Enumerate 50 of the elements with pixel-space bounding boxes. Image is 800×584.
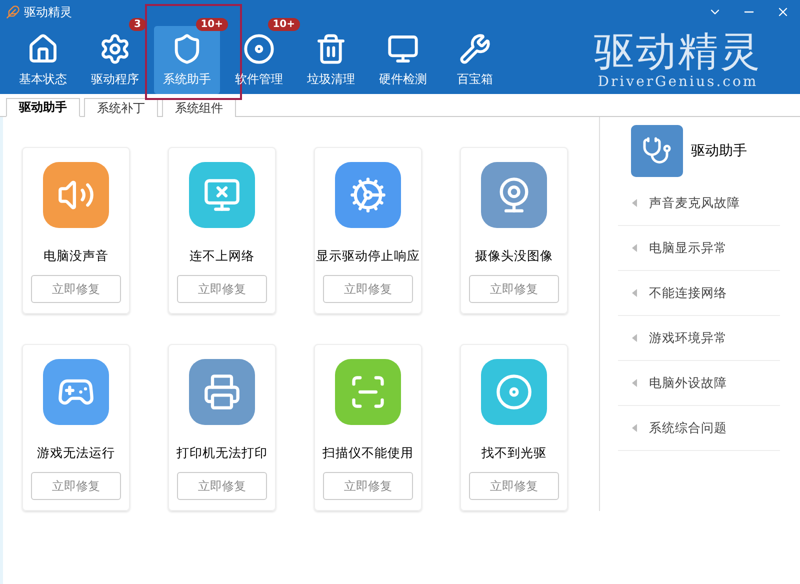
card-title: 电脑没声音 [44, 248, 108, 265]
category-link[interactable]: 游戏环境异常 [618, 316, 780, 361]
close-icon [776, 5, 790, 19]
tab[interactable]: 驱动助手 [6, 98, 80, 117]
category-link[interactable]: 系统综合问题 [618, 406, 780, 451]
window-title: 驱动精灵 [24, 4, 72, 20]
arrow-icon [632, 289, 637, 297]
count-badge: 10+ [196, 18, 228, 31]
monitor-icon [387, 33, 419, 65]
fix-button[interactable]: 立即修复 [177, 472, 267, 500]
category-link[interactable]: 声音麦克风故障 [618, 181, 780, 226]
fix-button[interactable]: 立即修复 [323, 275, 413, 303]
fix-button[interactable]: 立即修复 [31, 275, 121, 303]
trash-bin-icon [315, 33, 347, 65]
nav-tab[interactable]: 百宝箱 [442, 26, 508, 94]
logo-site: DriverGenius.com [598, 74, 758, 90]
fix-button[interactable]: 立即修复 [469, 472, 559, 500]
gear-icon [99, 33, 131, 65]
house-icon [27, 33, 59, 65]
nav-tab[interactable]: 系统助手 [154, 26, 220, 94]
card-title: 找不到光驱 [482, 445, 546, 462]
arrow-icon [632, 244, 637, 252]
wrench-icon [459, 33, 491, 65]
logo-title: 驱动精灵 [594, 30, 762, 74]
logo-icon [6, 5, 20, 19]
card-title: 连不上网络 [190, 248, 254, 265]
card-title: 扫描仪不能使用 [322, 445, 414, 462]
arrow-icon [632, 424, 637, 432]
count-badge: 3 [129, 18, 146, 31]
nav-tab[interactable]: 基本状态 [10, 26, 76, 94]
nav-tab[interactable]: 硬件检测 [370, 26, 436, 94]
fix-button[interactable]: 立即修复 [469, 275, 559, 303]
arrow-icon [632, 379, 637, 387]
nav-tab[interactable]: 垃圾清理 [298, 26, 364, 94]
fix-button[interactable]: 立即修复 [31, 472, 121, 500]
count-badge: 10+ [268, 18, 300, 31]
card-title: 摄像头没图像 [475, 248, 553, 265]
card-title: 显示驱动停止响应 [316, 248, 420, 265]
arrow-icon [632, 334, 637, 342]
card-title: 打印机无法打印 [176, 445, 268, 462]
category-link[interactable]: 不能连接网络 [618, 271, 780, 316]
fix-button[interactable]: 立即修复 [177, 275, 267, 303]
panel-title: 驱动助手 [691, 142, 747, 160]
tab[interactable]: 系统补丁 [84, 98, 158, 117]
category-link[interactable]: 电脑外设故障 [618, 361, 780, 406]
arrow-icon [632, 199, 637, 207]
disc-icon [243, 33, 275, 65]
card-title: 游戏无法运行 [37, 445, 115, 462]
category-link[interactable]: 电脑显示异常 [618, 226, 780, 271]
fix-button[interactable]: 立即修复 [323, 472, 413, 500]
